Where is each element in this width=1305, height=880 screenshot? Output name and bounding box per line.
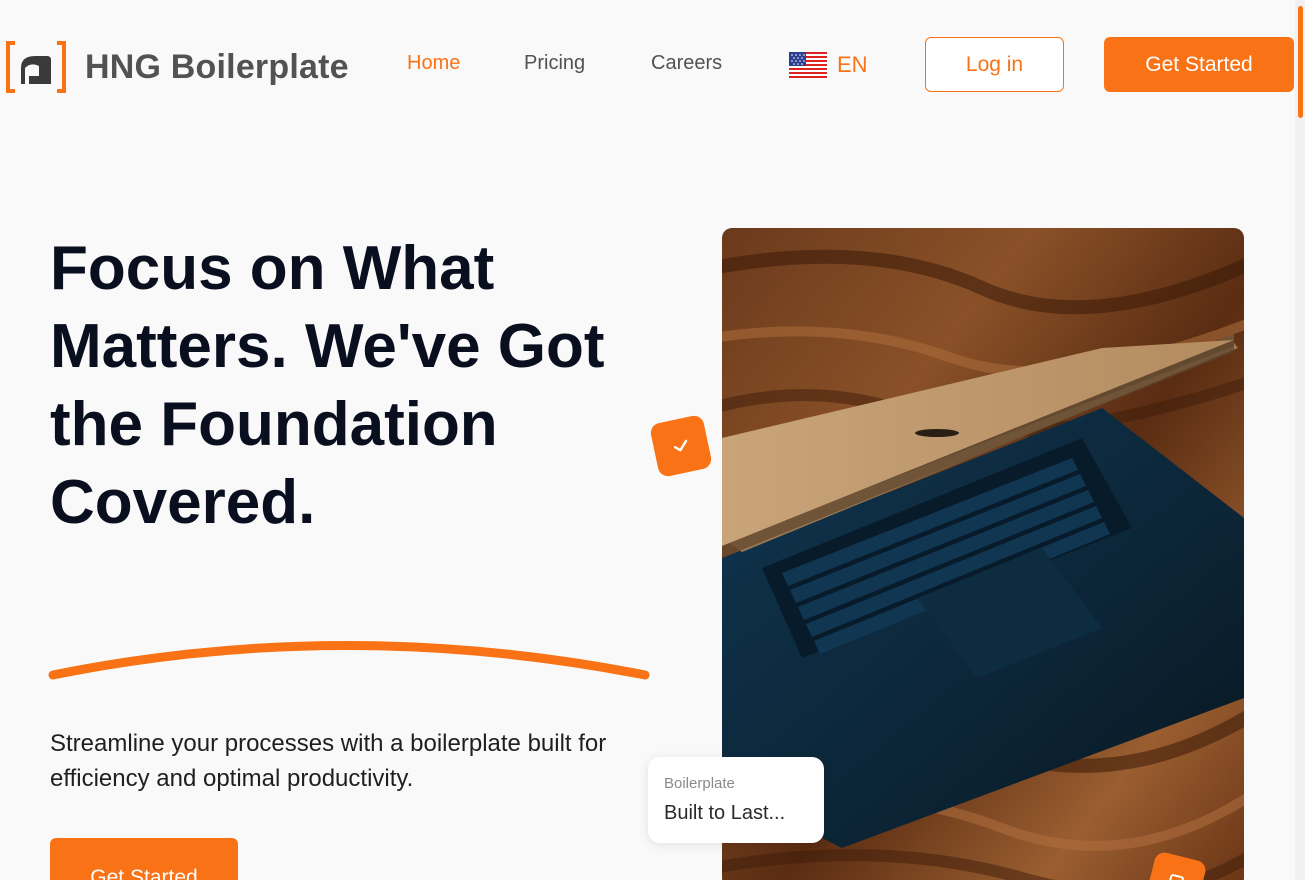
nav-careers-link[interactable]: Careers <box>651 52 722 75</box>
brand-name: HNG Boilerplate <box>85 47 349 86</box>
us-flag-icon <box>789 52 827 78</box>
checkmark-icon <box>673 439 688 452</box>
hero-get-started-button[interactable]: Get Started <box>50 838 238 880</box>
card-value: Built to Last... <box>664 802 786 824</box>
language-code: EN <box>837 52 868 77</box>
check-badge-icon <box>648 413 714 479</box>
page-scrollbar[interactable] <box>1295 0 1305 880</box>
underline-swoosh <box>48 641 650 680</box>
site-header: HNG Boilerplate Home Pricing Careers EN … <box>0 0 1295 130</box>
scrollbar-thumb[interactable] <box>1298 6 1303 118</box>
boilerplate-info-card: Boilerplate Built to Last... <box>648 757 824 843</box>
message-icon <box>1168 874 1184 880</box>
hero-title: Focus on What Matters. We've Got the Fou… <box>50 234 605 537</box>
language-selector[interactable]: EN <box>789 52 868 78</box>
nav-home-link[interactable]: Home <box>407 52 460 75</box>
login-button[interactable]: Log in <box>925 37 1064 92</box>
header-get-started-button[interactable]: Get Started <box>1104 37 1294 92</box>
hero-subtitle: Streamline your processes with a boilerp… <box>50 730 607 792</box>
boilerplate-logo-icon <box>6 41 66 93</box>
card-label: Boilerplate <box>664 775 735 792</box>
brand-logo[interactable]: HNG Boilerplate <box>5 40 349 94</box>
nav-pricing-link[interactable]: Pricing <box>524 52 585 75</box>
